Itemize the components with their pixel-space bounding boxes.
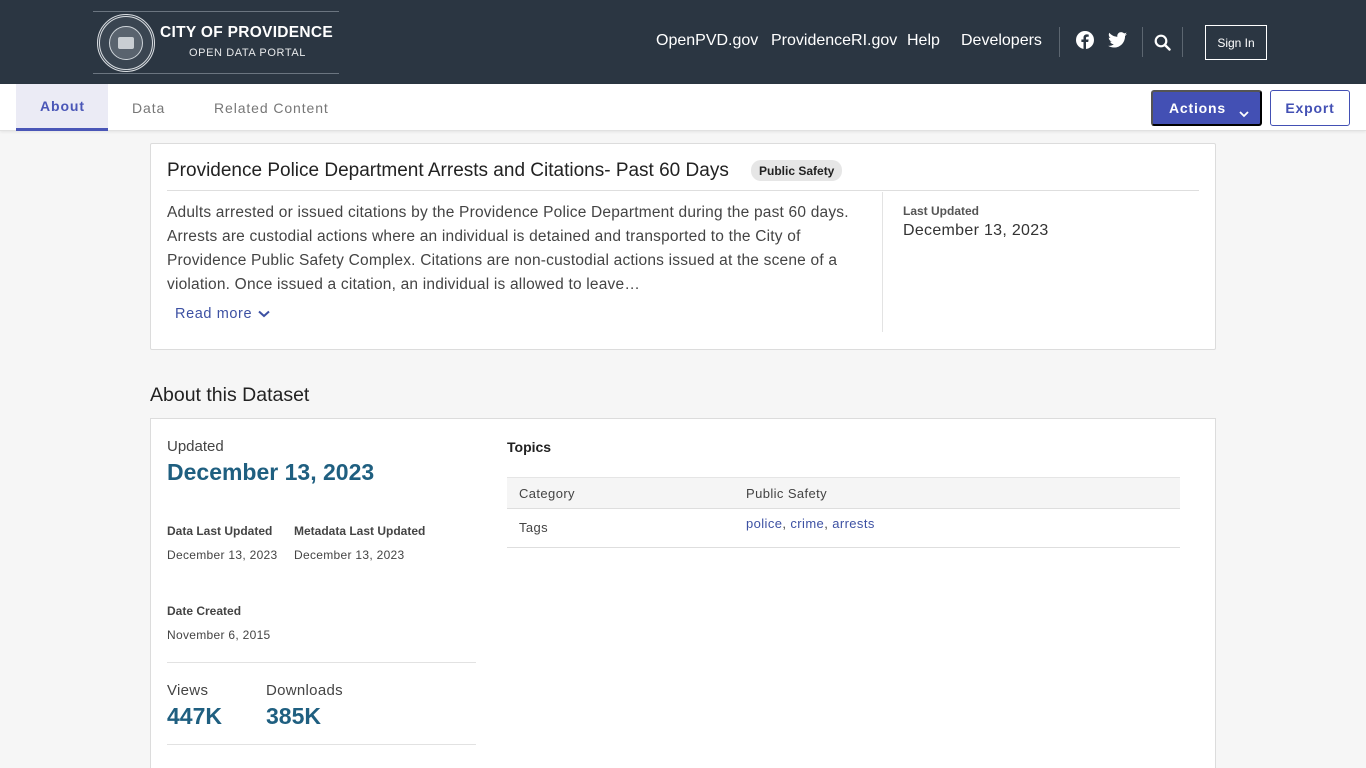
chevron-down-icon	[1239, 105, 1249, 121]
category-label: Category	[519, 486, 575, 501]
divider	[882, 192, 883, 332]
divider	[167, 662, 476, 663]
search-icon[interactable]	[1154, 34, 1174, 54]
facebook-icon[interactable]	[1076, 31, 1096, 51]
city-seal-icon	[97, 14, 155, 72]
tab-related-content[interactable]: Related Content	[214, 84, 329, 131]
updated-value: December 13, 2023	[167, 459, 375, 485]
updated-label: Updated	[167, 438, 224, 455]
nav-link-developers[interactable]: Developers	[961, 32, 1042, 50]
date-created-label: Date Created	[167, 604, 242, 618]
tag-separator: ,	[824, 516, 833, 531]
tags-list: police, crime, arrests	[746, 516, 875, 531]
page-title: Providence Police Department Arrests and…	[167, 160, 729, 181]
nav-link-providenceri[interactable]: ProvidenceRI.gov	[771, 32, 897, 50]
date-created-value: November 6, 2015	[167, 628, 271, 642]
data-last-updated-label: Data Last Updated	[167, 524, 273, 538]
views-label: Views	[167, 682, 209, 699]
topics-table: Category Public Safety Tags police, crim…	[507, 477, 1180, 548]
tag-crime[interactable]: crime	[790, 516, 824, 531]
metadata-last-updated-value: December 13, 2023	[294, 548, 405, 562]
nav-link-help[interactable]: Help	[907, 32, 940, 50]
actions-button[interactable]: Actions	[1151, 90, 1262, 126]
nav-link-openpvd[interactable]: OpenPVD.gov	[656, 32, 758, 50]
read-more-link[interactable]: Read more	[175, 306, 270, 322]
nav-divider	[1142, 27, 1143, 57]
tab-data[interactable]: Data	[132, 84, 165, 131]
logo-subtitle: OPEN DATA PORTAL	[189, 47, 306, 59]
export-button[interactable]: Export	[1270, 90, 1350, 126]
last-updated-value: December 13, 2023	[903, 222, 1049, 239]
downloads-label: Downloads	[266, 682, 343, 699]
actions-label: Actions	[1169, 100, 1226, 116]
dataset-description: Adults arrested or issued citations by t…	[167, 204, 849, 293]
chevron-down-icon	[258, 306, 270, 322]
tags-label: Tags	[519, 520, 549, 535]
data-last-updated-value: December 13, 2023	[167, 548, 278, 562]
dataset-info-card: Providence Police Department Arrests and…	[150, 143, 1216, 350]
nav-divider	[1059, 27, 1060, 57]
sign-in-button[interactable]: Sign In	[1205, 25, 1267, 60]
tab-about[interactable]: About	[16, 84, 108, 131]
logo-title: CITY OF PROVIDENCE	[160, 24, 334, 41]
downloads-value: 385K	[266, 703, 321, 729]
divider	[167, 190, 1199, 191]
tag-police[interactable]: police	[746, 516, 782, 531]
table-row: Category Public Safety	[507, 477, 1180, 509]
metadata-last-updated-label: Metadata Last Updated	[294, 524, 426, 538]
views-value: 447K	[167, 703, 222, 729]
site-header: CITY OF PROVIDENCE OPEN DATA PORTAL Open…	[0, 0, 1366, 84]
read-more-label: Read more	[175, 306, 253, 322]
tab-bar: About Data Related Content Actions Expor…	[0, 84, 1366, 131]
table-row: Tags police, crime, arrests	[507, 509, 1180, 548]
category-value: Public Safety	[746, 486, 828, 501]
city-logo[interactable]: CITY OF PROVIDENCE OPEN DATA PORTAL	[93, 11, 339, 74]
about-dataset-card: Updated December 13, 2023 Data Last Upda…	[150, 418, 1216, 768]
topics-title: Topics	[507, 439, 552, 455]
twitter-icon[interactable]	[1108, 32, 1128, 52]
category-badge: Public Safety	[751, 160, 843, 181]
nav-divider	[1182, 27, 1183, 57]
last-updated-label: Last Updated	[903, 204, 980, 218]
about-heading: About this Dataset	[150, 384, 310, 406]
tag-arrests[interactable]: arrests	[832, 516, 875, 531]
divider	[167, 744, 476, 745]
